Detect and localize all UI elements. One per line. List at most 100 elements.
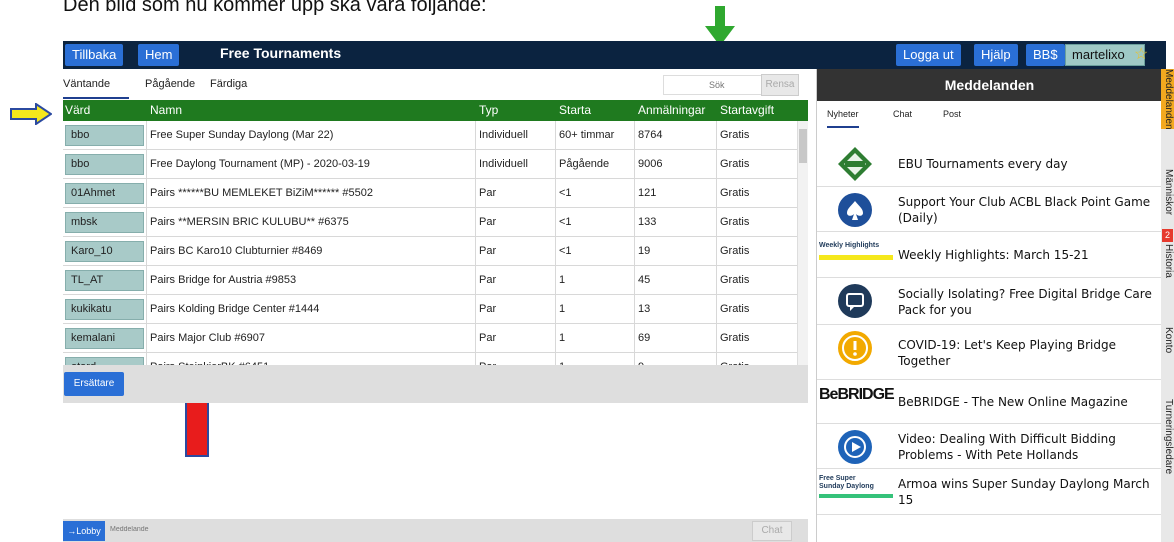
column-divider xyxy=(634,237,635,266)
news-headline[interactable]: COVID-19: Let's Keep Playing Bridge Toge… xyxy=(898,337,1158,369)
host-cell[interactable]: TL_AT xyxy=(65,270,144,291)
host-cell[interactable]: bbo xyxy=(65,154,144,175)
message-input[interactable] xyxy=(110,526,750,533)
column-divider xyxy=(475,324,476,353)
host-cell[interactable]: bbo xyxy=(65,125,144,146)
table-header: Värd Namn Typ Starta Anmälningar Startav… xyxy=(63,100,808,121)
table-row[interactable]: kemalani Pairs Major Club #6907 Par 1 69 Grat… xyxy=(63,324,797,353)
column-divider xyxy=(716,179,717,208)
table-scrollbar[interactable] xyxy=(797,121,808,385)
side-tab-account[interactable]: Konto xyxy=(1161,327,1174,389)
fee-cell: Gratis xyxy=(720,216,750,228)
help-button[interactable]: Hjälp xyxy=(974,44,1018,66)
news-item[interactable]: Free Super Sunday Daylong Armoa wins Supe… xyxy=(817,469,1162,515)
column-header-entries[interactable]: Anmälningar xyxy=(638,103,705,117)
substitute-button[interactable]: Ersättare xyxy=(64,372,124,396)
side-tab-history[interactable]: Historia xyxy=(1161,244,1174,316)
lobby-button[interactable]: →Lobby xyxy=(63,521,105,541)
news-headline[interactable]: Video: Dealing With Difficult Bidding Pr… xyxy=(898,431,1158,463)
news-item[interactable]: Socially Isolating? Free Digital Bridge … xyxy=(817,278,1162,325)
news-item[interactable]: BeBRIDGE BeBRIDGE - The New Online Magazi… xyxy=(817,380,1162,424)
bottom-bar: →Lobby Chat xyxy=(63,519,808,542)
tab-chat[interactable]: Chat xyxy=(893,109,912,119)
tab-ongoing[interactable]: Pågående xyxy=(145,78,195,90)
column-divider xyxy=(555,237,556,266)
tournament-table: bbo Free Super Sunday Daylong (Mar 22) Ind… xyxy=(63,121,797,385)
column-header-name[interactable]: Namn xyxy=(150,103,182,117)
column-header-fee[interactable]: Startavgift xyxy=(720,103,774,117)
column-header-host[interactable]: Värd xyxy=(65,103,90,117)
star-icon[interactable]: ☆ xyxy=(1134,44,1148,64)
host-cell[interactable]: kemalani xyxy=(65,328,144,349)
column-divider xyxy=(634,179,635,208)
type-cell: Par xyxy=(479,187,497,199)
bebridge-wordmark: BeBRIDGE xyxy=(819,386,895,403)
column-header-start[interactable]: Starta xyxy=(559,103,591,117)
logout-button[interactable]: Logga ut xyxy=(896,44,961,66)
table-row[interactable]: bbo Free Daylong Tournament (MP) - 2020-0… xyxy=(63,150,797,179)
scrollbar-thumb[interactable] xyxy=(799,129,807,163)
fee-cell: Gratis xyxy=(720,187,750,199)
host-cell[interactable]: Karo_10 xyxy=(65,241,144,262)
side-tab-messages[interactable]: Meddelanden xyxy=(1161,69,1174,130)
side-tab-people[interactable]: Människor xyxy=(1161,169,1174,237)
entries-cell: 13 xyxy=(638,303,651,315)
username-badge[interactable]: martelixo xyxy=(1065,44,1145,66)
table-row[interactable]: kukikatu Pairs Kolding Bridge Center #144… xyxy=(63,295,797,324)
side-tab-director[interactable]: Turneringsledare xyxy=(1161,399,1174,509)
host-cell[interactable]: kukikatu xyxy=(65,299,144,320)
column-divider xyxy=(146,179,147,208)
fee-cell: Gratis xyxy=(720,303,750,315)
table-row[interactable]: TL_AT Pairs Bridge for Austria #9853 Par 1 4… xyxy=(63,266,797,295)
news-item[interactable]: COVID-19: Let's Keep Playing Bridge Toge… xyxy=(817,325,1162,380)
chat-bubble-icon xyxy=(837,283,873,319)
news-item[interactable]: EBU Tournaments every day xyxy=(817,141,1162,187)
column-divider xyxy=(716,208,717,237)
start-cell: <1 xyxy=(559,216,572,228)
news-headline[interactable]: BeBRIDGE - The New Online Magazine xyxy=(898,394,1158,410)
host-cell[interactable]: mbsk xyxy=(65,212,144,233)
news-headline[interactable]: Armoa wins Super Sunday Daylong March 15 xyxy=(898,476,1158,508)
host-cell[interactable]: 01Ahmet xyxy=(65,183,144,204)
tab-waiting[interactable]: Väntande xyxy=(63,78,129,99)
column-header-type[interactable]: Typ xyxy=(479,103,498,117)
name-cell: Pairs **MERSIN BRIC KULUBU** #6375 xyxy=(150,216,349,228)
back-button[interactable]: Tillbaka xyxy=(65,44,124,66)
table-row[interactable]: 01Ahmet Pairs ******BU MEMLEKET BiZiM****… xyxy=(63,179,797,208)
tab-finished[interactable]: Färdiga xyxy=(210,78,247,90)
tab-news[interactable]: Nyheter xyxy=(827,109,859,128)
table-row[interactable]: mbsk Pairs **MERSIN BRIC KULUBU** #6375 Pa… xyxy=(63,208,797,237)
column-divider xyxy=(716,121,717,150)
news-headline[interactable]: Socially Isolating? Free Digital Bridge … xyxy=(898,286,1158,318)
tab-mail[interactable]: Post xyxy=(943,109,961,119)
news-item[interactable]: Weekly Highlights Weekly Highlights: Marc… xyxy=(817,232,1162,278)
start-cell: <1 xyxy=(559,187,572,199)
news-headline[interactable]: EBU Tournaments every day xyxy=(898,156,1158,172)
free-super-sunday-icon: Free Super Sunday Daylong xyxy=(819,475,895,511)
column-divider xyxy=(146,324,147,353)
start-cell: 60+ timmar xyxy=(559,129,615,141)
news-item[interactable]: Support Your Club ACBL Black Point Game … xyxy=(817,187,1162,232)
type-cell: Individuell xyxy=(479,129,528,141)
column-divider xyxy=(146,266,147,295)
chat-send-button[interactable]: Chat xyxy=(752,521,792,541)
entries-cell: 19 xyxy=(638,245,651,257)
news-headline[interactable]: Support Your Club ACBL Black Point Game … xyxy=(898,194,1158,226)
column-divider xyxy=(475,150,476,179)
name-cell: Pairs Bridge for Austria #9853 xyxy=(150,274,297,286)
home-button[interactable]: Hem xyxy=(138,44,180,66)
column-divider xyxy=(634,121,635,150)
bb-dollars-button[interactable]: BB$ xyxy=(1026,44,1065,66)
search-input[interactable] xyxy=(663,75,763,95)
name-cell: Free Super Sunday Daylong (Mar 22) xyxy=(150,129,334,141)
weekly-highlights-icon: Weekly Highlights xyxy=(819,234,895,270)
news-item[interactable]: Video: Dealing With Difficult Bidding Pr… xyxy=(817,424,1162,469)
news-headline[interactable]: Weekly Highlights: March 15-21 xyxy=(898,247,1158,263)
column-divider xyxy=(716,324,717,353)
messages-panel: Meddelanden Nyheter Chat Post EBU Tourna… xyxy=(816,69,1162,542)
table-row[interactable]: Karo_10 Pairs BC Karo10 Clubturnier #8469… xyxy=(63,237,797,266)
name-cell: Pairs BC Karo10 Clubturnier #8469 xyxy=(150,245,323,257)
clear-button[interactable]: Rensa xyxy=(761,74,799,96)
highlight-stripe xyxy=(819,255,893,260)
table-row[interactable]: bbo Free Super Sunday Daylong (Mar 22) Ind… xyxy=(63,121,797,150)
